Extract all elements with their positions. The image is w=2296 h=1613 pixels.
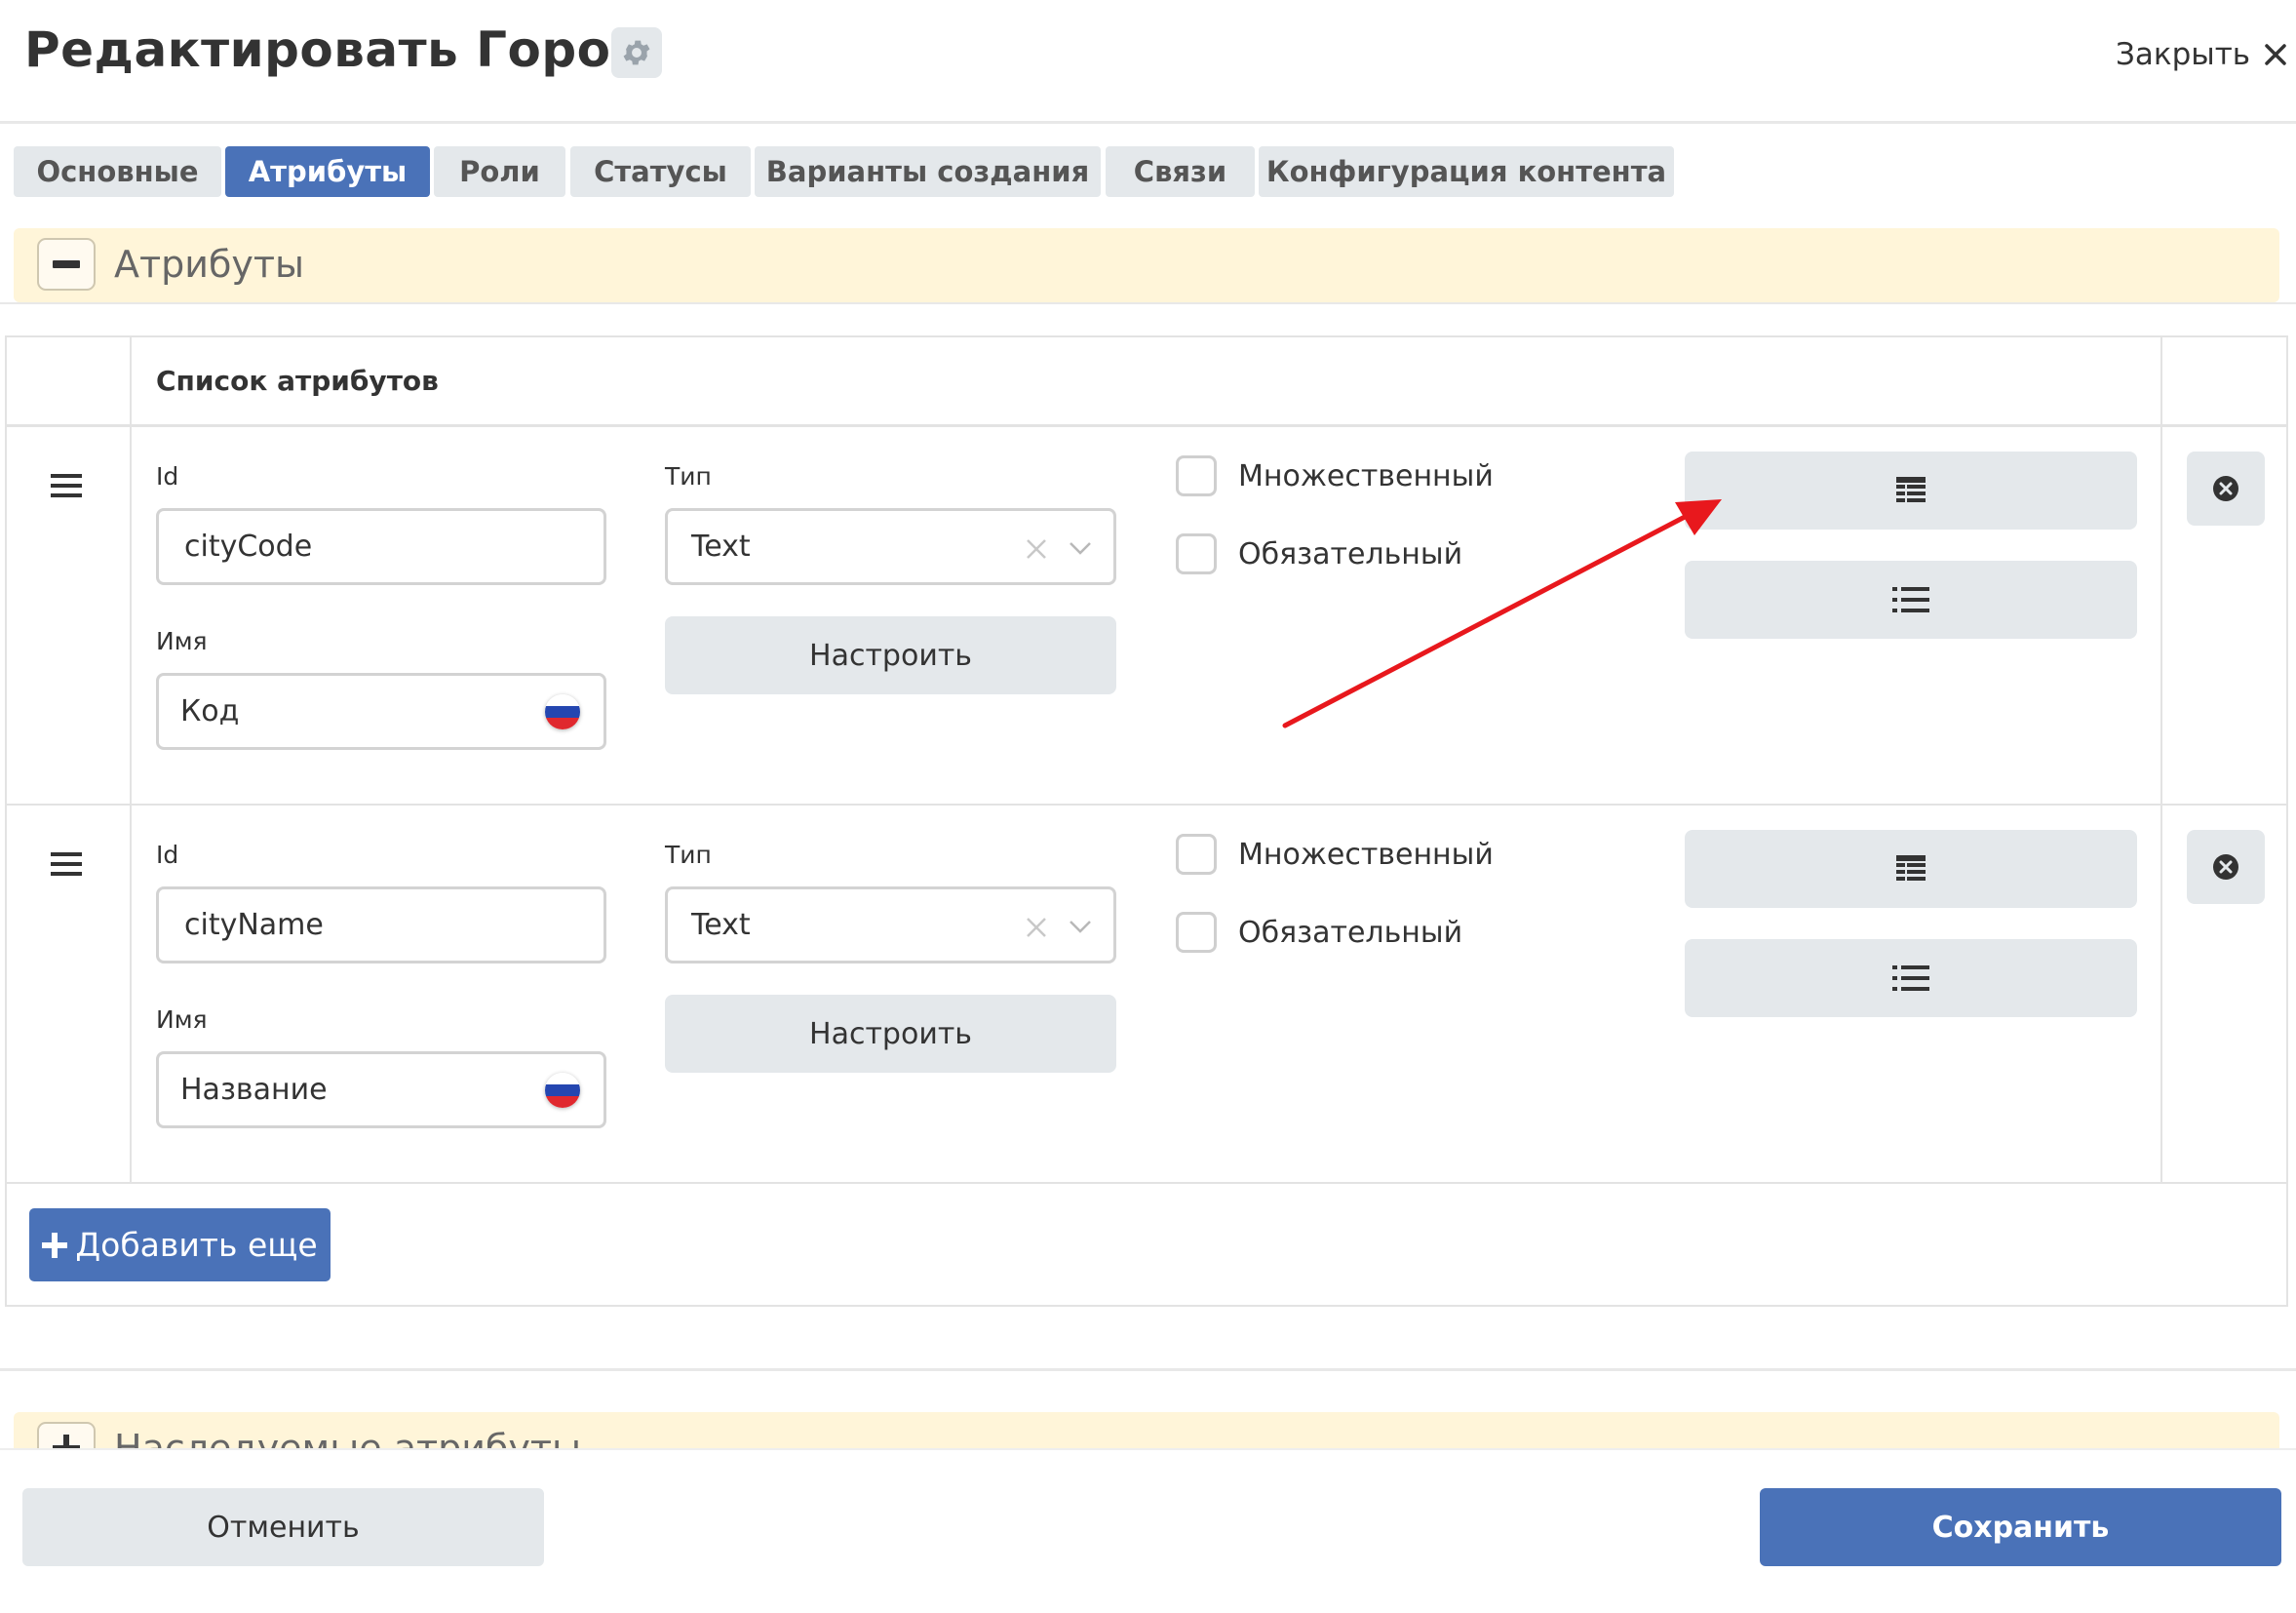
required-label: Обязательный — [1238, 916, 1463, 950]
id-input[interactable]: cityCode — [156, 508, 606, 585]
id-input[interactable]: cityName — [156, 886, 606, 964]
drag-handle-icon — [51, 474, 82, 497]
tab-creation-variants[interactable]: Варианты создания — [755, 146, 1101, 197]
chevron-down-icon[interactable] — [1069, 541, 1092, 555]
russia-flag-icon[interactable] — [545, 694, 580, 729]
add-more-label: Добавить еще — [75, 1226, 318, 1264]
type-select[interactable]: Text — [665, 508, 1116, 585]
russia-flag-icon[interactable] — [545, 1073, 580, 1108]
table-col-divider — [130, 335, 132, 1184]
name-label: Имя — [156, 1005, 208, 1034]
clear-x-icon[interactable] — [1026, 917, 1047, 938]
annotation-arrow — [1282, 499, 1722, 728]
collapse-toggle-button[interactable] — [37, 238, 96, 291]
list-icon — [1892, 965, 1929, 991]
gear-icon — [623, 40, 650, 65]
name-label: Имя — [156, 627, 208, 655]
add-more-button[interactable]: Добавить еще — [29, 1208, 331, 1281]
header-divider — [0, 121, 2296, 124]
list-view-button[interactable] — [1685, 939, 2137, 1017]
multiple-checkbox[interactable] — [1176, 455, 1217, 496]
page-title: Редактировать Город — [24, 21, 651, 78]
type-value: Text — [691, 530, 751, 564]
close-button[interactable]: Закрыть — [2116, 35, 2287, 74]
id-label: Id — [156, 841, 179, 869]
tab-relations[interactable]: Связи — [1106, 146, 1255, 197]
plus-icon — [42, 1232, 68, 1258]
multiple-checkbox[interactable] — [1176, 834, 1217, 875]
drag-handle[interactable] — [51, 850, 82, 882]
tab-roles[interactable]: Роли — [434, 146, 565, 197]
required-checkbox[interactable] — [1176, 912, 1217, 953]
cancel-button[interactable]: Отменить — [22, 1488, 544, 1566]
close-label: Закрыть — [2116, 37, 2251, 72]
remove-circle-icon — [2213, 854, 2238, 880]
tab-attributes[interactable]: Атрибуты — [225, 146, 430, 197]
drag-handle[interactable] — [51, 472, 82, 503]
minus-icon — [53, 260, 80, 268]
remove-circle-icon — [2213, 476, 2238, 501]
type-value: Text — [691, 908, 751, 942]
name-value: Название — [180, 1073, 328, 1107]
table-icon — [1896, 477, 1926, 502]
section-divider — [0, 1368, 2296, 1371]
type-label: Тип — [665, 462, 712, 491]
attributes-section-title: Атрибуты — [114, 243, 305, 286]
table-row-divider — [5, 1182, 2288, 1184]
list-view-button[interactable] — [1685, 561, 2137, 639]
drag-handle-icon — [51, 852, 82, 876]
table-icon — [1896, 855, 1926, 881]
settings-button[interactable] — [611, 27, 662, 78]
table-col-divider — [2160, 335, 2162, 1184]
type-select[interactable]: Text — [665, 886, 1116, 964]
save-button[interactable]: Сохранить — [1760, 1488, 2281, 1566]
table-view-button[interactable] — [1685, 452, 2137, 530]
clear-x-icon[interactable] — [1026, 538, 1047, 560]
delete-row-button[interactable] — [2187, 830, 2265, 904]
name-input[interactable]: Код — [156, 673, 606, 750]
type-label: Тип — [665, 841, 712, 869]
table-header-divider — [5, 424, 2288, 427]
configure-button[interactable]: Настроить — [665, 616, 1116, 694]
configure-button[interactable]: Настроить — [665, 995, 1116, 1073]
list-icon — [1892, 587, 1929, 612]
attributes-section-header — [14, 228, 2279, 302]
delete-row-button[interactable] — [2187, 452, 2265, 526]
tab-statuses[interactable]: Статусы — [570, 146, 751, 197]
close-icon — [2265, 44, 2286, 65]
name-input[interactable]: Название — [156, 1051, 606, 1128]
tab-main[interactable]: Основные — [14, 146, 221, 197]
required-checkbox[interactable] — [1176, 533, 1217, 574]
table-view-button[interactable] — [1685, 830, 2137, 908]
tab-content-config[interactable]: Конфигурация контента — [1259, 146, 1674, 197]
name-value: Код — [180, 694, 240, 728]
table-row-divider — [5, 804, 2288, 806]
id-label: Id — [156, 462, 179, 491]
multiple-label: Множественный — [1238, 838, 1494, 872]
section-divider — [0, 302, 2296, 304]
attribute-list-header: Список атрибутов — [156, 365, 439, 397]
chevron-down-icon[interactable] — [1069, 920, 1092, 933]
